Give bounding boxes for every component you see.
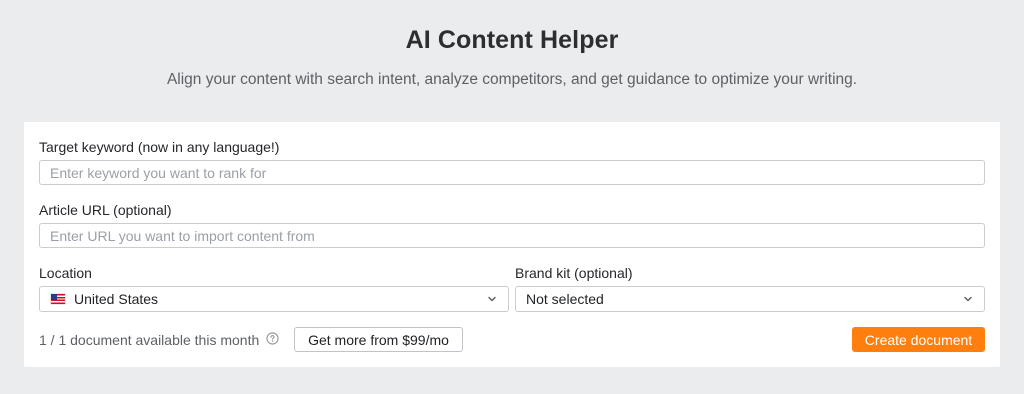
location-select[interactable]: United States: [39, 286, 509, 312]
us-flag-icon: [51, 294, 65, 304]
brand-kit-value: Not selected: [526, 291, 604, 307]
chevron-down-icon: [488, 296, 496, 302]
chevron-down-icon: [964, 296, 972, 302]
article-url-input[interactable]: [39, 223, 985, 248]
keyword-input[interactable]: [39, 160, 985, 185]
location-value: United States: [74, 291, 159, 307]
brand-kit-label: Brand kit (optional): [515, 265, 633, 281]
keyword-label: Target keyword (now in any language!): [39, 139, 280, 155]
location-label: Location: [39, 265, 92, 281]
get-more-button[interactable]: Get more from $99/mo: [294, 327, 463, 352]
brand-kit-select[interactable]: Not selected: [515, 286, 985, 312]
question-circle-icon[interactable]: [266, 332, 279, 345]
page-subtitle: Align your content with search intent, a…: [166, 71, 858, 88]
create-document-button[interactable]: Create document: [852, 327, 985, 352]
page-title: AI Content Helper: [405, 26, 619, 54]
content-form-card: Target keyword (now in any language!) Ar…: [24, 122, 1000, 367]
document-usage-text: 1 / 1 document available this month: [39, 332, 260, 348]
article-url-label: Article URL (optional): [39, 202, 172, 218]
